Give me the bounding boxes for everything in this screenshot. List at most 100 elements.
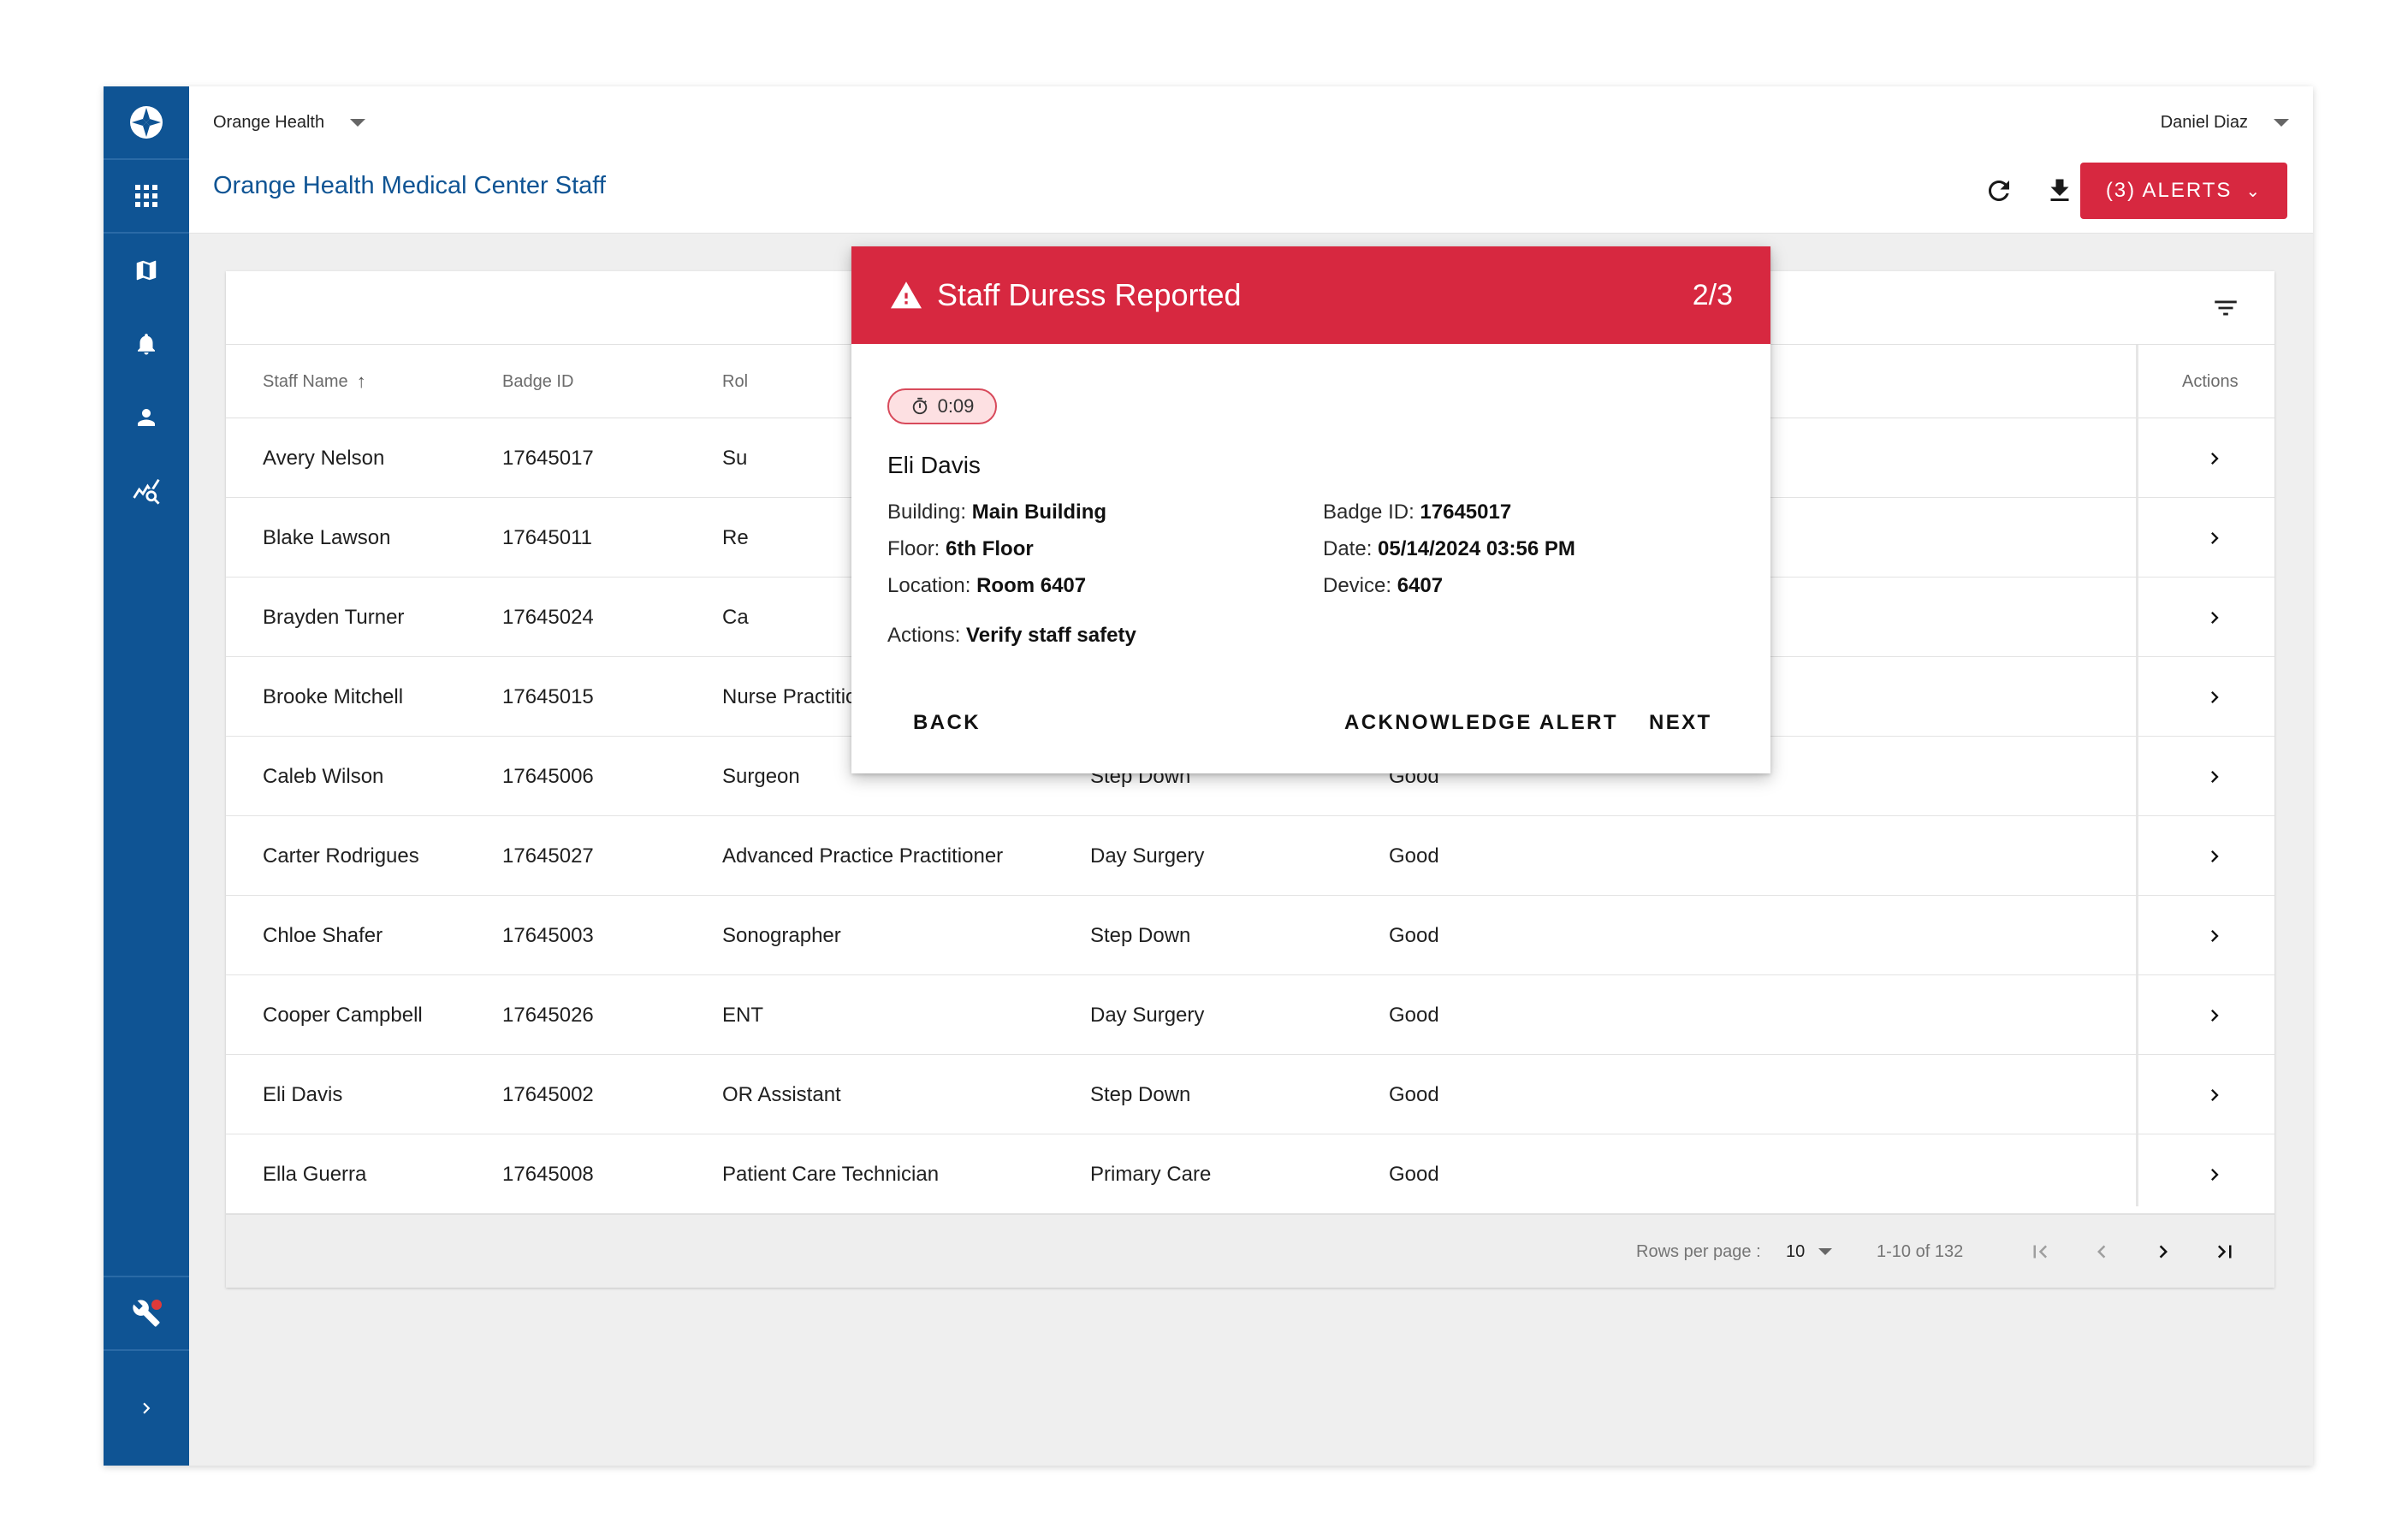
first-page-icon[interactable] — [2021, 1233, 2059, 1270]
cell-badge-id: 17645026 — [502, 1003, 594, 1027]
row-details-chevron-icon[interactable] — [2197, 1055, 2232, 1134]
floor-field: Floor: 6th Floor — [887, 537, 1034, 561]
user-name: Daniel Diaz — [2160, 112, 2248, 132]
column-header-label: Rol — [722, 371, 749, 391]
next-page-icon[interactable] — [2144, 1233, 2182, 1270]
cell-unit: Primary Care — [1090, 1162, 1212, 1186]
apps-grid-icon[interactable] — [104, 160, 189, 234]
chevron-down-icon: ⌄ — [2245, 181, 2263, 201]
alert-counter: 2/3 — [1692, 278, 1733, 311]
cell-role: Ca — [722, 605, 749, 629]
table-row[interactable]: Ella Guerra 17645008 Patient Care Technici… — [226, 1134, 2274, 1214]
timer-value: 0:09 — [937, 395, 975, 417]
field-value: 6407 — [1397, 574, 1444, 597]
next-button[interactable]: NEXT — [1649, 700, 1712, 746]
row-details-chevron-icon[interactable] — [2197, 975, 2232, 1055]
column-header-staff-name[interactable]: Staff Name ↑ — [263, 345, 366, 418]
pagination-range: 1-10 of 132 — [1877, 1241, 1964, 1261]
sidebar — [104, 86, 189, 1466]
cell-staff-name: Avery Nelson — [263, 446, 385, 470]
wrench-icon[interactable] — [104, 1276, 189, 1349]
row-details-chevron-icon[interactable] — [2197, 737, 2232, 816]
rows-per-page-select[interactable]: 10 — [1786, 1215, 1833, 1288]
caret-down-icon — [1818, 1248, 1833, 1255]
table-row[interactable]: Eli Davis 17645002 OR Assistant Step Down Go… — [226, 1055, 2274, 1134]
filter-icon[interactable] — [2211, 293, 2240, 323]
org-select[interactable]: Orange Health — [213, 105, 366, 139]
field-label: Device: — [1323, 574, 1392, 597]
logo-icon[interactable] — [104, 86, 189, 160]
cell-badge-id: 17645003 — [502, 923, 594, 947]
row-details-chevron-icon[interactable] — [2197, 498, 2232, 578]
column-header-label: Badge ID — [502, 371, 574, 391]
notification-dot — [151, 1300, 162, 1310]
cell-badge-id: 17645017 — [502, 446, 594, 470]
field-label: Badge ID: — [1323, 500, 1414, 524]
cell-staff-name: Chloe Shafer — [263, 923, 383, 947]
cell-status: Good — [1389, 1003, 1439, 1027]
cell-badge-id: 17645006 — [502, 764, 594, 788]
previous-page-icon[interactable] — [2083, 1233, 2120, 1270]
column-header-role[interactable]: Rol — [722, 345, 748, 418]
header: Orange Health Daniel Diaz Orange Health … — [189, 86, 2313, 234]
field-value: 6th Floor — [946, 537, 1034, 560]
cell-role: Su — [722, 446, 748, 470]
cell-role: Patient Care Technician — [722, 1162, 940, 1186]
field-label: Location: — [887, 574, 971, 597]
rows-per-page-value: 10 — [1786, 1241, 1806, 1261]
column-header-label: Staff Name — [263, 371, 348, 391]
cell-unit: Step Down — [1090, 1082, 1191, 1106]
bell-icon[interactable] — [104, 307, 189, 381]
cell-role: OR Assistant — [722, 1082, 841, 1106]
back-button[interactable]: BACK — [913, 700, 981, 746]
row-details-chevron-icon[interactable] — [2197, 578, 2232, 657]
badge-id-field: Badge ID: 17645017 — [1323, 500, 1511, 524]
row-details-chevron-icon[interactable] — [2197, 418, 2232, 498]
download-icon[interactable] — [2039, 170, 2080, 211]
cell-badge-id: 17645002 — [502, 1082, 594, 1106]
column-header-label: Actions — [2182, 371, 2239, 391]
row-details-chevron-icon[interactable] — [2197, 896, 2232, 975]
row-details-chevron-icon[interactable] — [2197, 1134, 2232, 1214]
cell-unit: Step Down — [1090, 923, 1191, 947]
row-details-chevron-icon[interactable] — [2197, 657, 2232, 737]
duress-alert-dialog: Staff Duress Reported 2/3 0:09 Eli Davis… — [851, 246, 1770, 773]
cell-role: Advanced Practice Practitioner — [722, 844, 1004, 868]
last-page-icon[interactable] — [2206, 1233, 2244, 1270]
table-row[interactable]: Chloe Shafer 17645003 Sonographer Step Down… — [226, 896, 2274, 975]
cell-badge-id: 17645024 — [502, 605, 594, 629]
column-header-actions: Actions — [2182, 345, 2239, 418]
alerts-button[interactable]: (3) ALERTS ⌄ — [2080, 163, 2287, 219]
table-row[interactable]: Cooper Campbell 17645026 ENT Day Surgery Goo… — [226, 975, 2274, 1055]
table-pagination: Rows per page : 10 1-10 of 132 — [226, 1214, 2274, 1288]
field-value: Verify staff safety — [966, 624, 1136, 647]
caret-down-icon — [2274, 118, 2289, 127]
chevron-right-icon[interactable] — [104, 1349, 189, 1466]
staff-name: Eli Davis — [887, 452, 981, 478]
cell-badge-id: 17645027 — [502, 844, 594, 868]
analytics-icon[interactable] — [104, 454, 189, 528]
dialog-header: Staff Duress Reported 2/3 — [851, 246, 1770, 344]
person-icon[interactable] — [104, 381, 189, 454]
table-row[interactable]: Carter Rodrigues 17645027 Advanced Practic… — [226, 816, 2274, 896]
field-value: Room 6407 — [976, 574, 1087, 597]
user-menu[interactable]: Daniel Diaz — [2161, 105, 2289, 139]
cell-badge-id: 17645015 — [502, 684, 594, 708]
row-details-chevron-icon[interactable] — [2197, 816, 2232, 896]
cell-status: Good — [1389, 1162, 1439, 1186]
cell-role: Surgeon — [722, 764, 800, 788]
acknowledge-alert-button[interactable]: ACKNOWLEDGE ALERT — [1344, 700, 1618, 746]
field-value: 05/14/2024 03:56 PM — [1378, 537, 1575, 560]
cell-staff-name: Brayden Turner — [263, 605, 405, 629]
cell-staff-name: Cooper Campbell — [263, 1003, 423, 1027]
warning-icon — [889, 279, 923, 314]
refresh-icon[interactable] — [1978, 170, 2019, 211]
building-field: Building: Main Building — [887, 500, 1106, 524]
actions-field: Actions: Verify staff safety — [887, 624, 1136, 648]
cell-staff-name: Eli Davis — [263, 1082, 343, 1106]
map-icon[interactable] — [104, 234, 189, 307]
location-field: Location: Room 6407 — [887, 574, 1086, 598]
elapsed-timer-badge: 0:09 — [887, 388, 997, 424]
column-header-badge-id[interactable]: Badge ID — [502, 345, 573, 418]
caret-down-icon — [350, 118, 366, 127]
